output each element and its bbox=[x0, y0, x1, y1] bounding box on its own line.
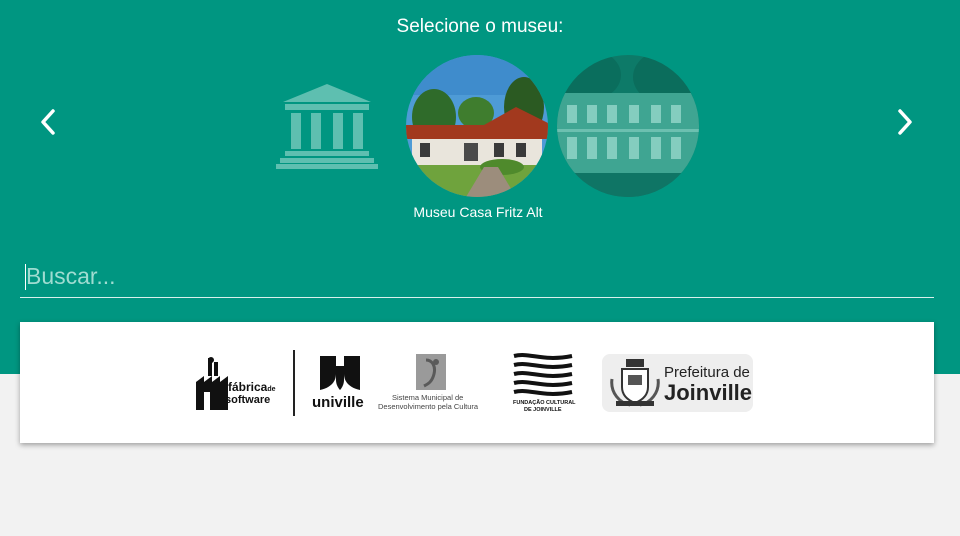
fundacao-cultural-joinville-logo[interactable]: FUNDAÇÃO CULTURAL DE JOINVILLE bbox=[508, 352, 578, 414]
search-field[interactable] bbox=[20, 256, 934, 298]
logo-divider bbox=[293, 350, 295, 416]
city-coat-of-arms-icon bbox=[610, 359, 660, 407]
carousel-item-placeholder[interactable] bbox=[275, 82, 379, 170]
search-input[interactable] bbox=[20, 256, 934, 296]
prefeitura-line1: Prefeitura de bbox=[664, 364, 750, 381]
chevron-right-icon bbox=[898, 109, 912, 135]
wave-stripes-icon bbox=[513, 353, 573, 396]
univille-logo[interactable]: univille bbox=[310, 356, 370, 412]
smdc-line2: Desenvolvimento pela Cultura bbox=[378, 402, 479, 411]
fabrica-text: fábrica bbox=[228, 380, 268, 394]
sistema-municipal-cultura-logo[interactable]: Sistema Municipal de Desenvolvimento pel… bbox=[378, 354, 484, 412]
museum-building-icon bbox=[276, 84, 378, 169]
museum-photo-casa-fritz-alt bbox=[406, 55, 548, 197]
chevron-left-icon bbox=[41, 109, 55, 135]
partners-logo-card: fábricade software univille Sistema Muni… bbox=[20, 322, 934, 443]
prefeitura-de-joinville-logo[interactable]: Prefeitura de Joinville bbox=[602, 354, 753, 412]
smdc-emblem-icon bbox=[416, 354, 446, 390]
univille-emblem-icon bbox=[320, 356, 360, 390]
software-text: software bbox=[225, 394, 271, 406]
fcj-line1: FUNDAÇÃO CULTURAL bbox=[513, 400, 576, 406]
page-title: Selecione o museu: bbox=[396, 16, 564, 37]
carousel-next-button[interactable] bbox=[887, 104, 923, 140]
univille-text: univille bbox=[312, 394, 364, 411]
fabrica-de-software-logo[interactable]: fábricade software bbox=[196, 356, 280, 412]
prefeitura-line2: Joinville bbox=[664, 380, 753, 405]
fcj-line2: DE JOINVILLE bbox=[524, 407, 562, 413]
museum-photo-2 bbox=[557, 55, 699, 197]
selected-museum-name: Museu Casa Fritz Alt bbox=[413, 204, 543, 220]
fabrica-de-text: de bbox=[267, 386, 276, 393]
smdc-line1: Sistema Municipal de bbox=[392, 393, 464, 402]
text-cursor bbox=[25, 264, 26, 290]
carousel-item-museum-2[interactable] bbox=[557, 55, 699, 197]
carousel-item-museu-casa-fritz-alt[interactable] bbox=[406, 55, 548, 197]
carousel-prev-button[interactable] bbox=[30, 104, 66, 140]
